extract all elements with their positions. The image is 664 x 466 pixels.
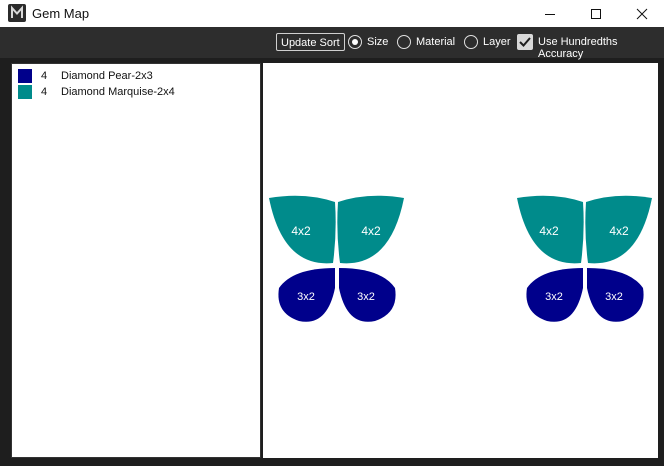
size-label: Size <box>367 36 389 48</box>
material-label: Material <box>416 36 456 48</box>
color-swatch <box>18 85 32 99</box>
toolbar: Update Sort Size Material Layer Use Hund… <box>0 27 664 60</box>
m-logo-icon <box>8 4 26 22</box>
accuracy-checkbox[interactable] <box>517 34 533 50</box>
update-sort-button[interactable]: Update Sort <box>276 33 345 51</box>
gem-size-label: 4x2 <box>291 224 311 238</box>
gem-size-label: 3x2 <box>297 291 315 303</box>
gem-size-label: 4x2 <box>539 224 559 238</box>
layer-radio[interactable] <box>464 35 478 49</box>
minimize-button[interactable] <box>528 0 572 27</box>
minimize-icon <box>545 13 555 15</box>
gem-size-label: 4x2 <box>361 224 381 238</box>
gem-map-canvas[interactable]: 4x2 4x2 3x2 3x2 4x2 4x2 3x2 3x2 <box>263 63 658 458</box>
legend-panel: 4 Diamond Pear-2x3 4 Diamond Marquise-2x… <box>11 63 261 458</box>
color-swatch <box>18 69 32 83</box>
accuracy-label: Use Hundredths Accuracy <box>538 36 618 60</box>
gem-size-label: 3x2 <box>605 291 623 303</box>
maximize-button[interactable] <box>574 0 618 27</box>
size-radio[interactable] <box>348 35 362 49</box>
gem-group: 4x2 4x2 3x2 3x2 <box>517 195 652 322</box>
gem-size-label: 4x2 <box>609 224 629 238</box>
gem-map: 4x2 4x2 3x2 3x2 4x2 4x2 3x2 3x2 <box>269 195 652 322</box>
material-radio[interactable] <box>397 35 411 49</box>
close-button[interactable] <box>620 0 664 27</box>
legend-count: 4 <box>41 70 48 82</box>
legend-count: 4 <box>41 86 48 98</box>
gem-group: 4x2 4x2 3x2 3x2 <box>269 195 404 322</box>
gem-size-label: 3x2 <box>545 291 563 303</box>
window-title: Gem Map <box>32 6 90 21</box>
window-border <box>0 458 664 466</box>
checkmark-icon <box>519 37 531 47</box>
close-icon <box>636 8 648 19</box>
layer-label: Layer <box>483 36 511 48</box>
title-bar: Gem Map <box>0 0 664 27</box>
legend-gem-name: Diamond Marquise-2x4 <box>61 86 175 98</box>
gem-size-label: 3x2 <box>357 291 375 303</box>
legend-gem-name: Diamond Pear-2x3 <box>61 70 153 82</box>
maximize-icon <box>591 8 601 19</box>
